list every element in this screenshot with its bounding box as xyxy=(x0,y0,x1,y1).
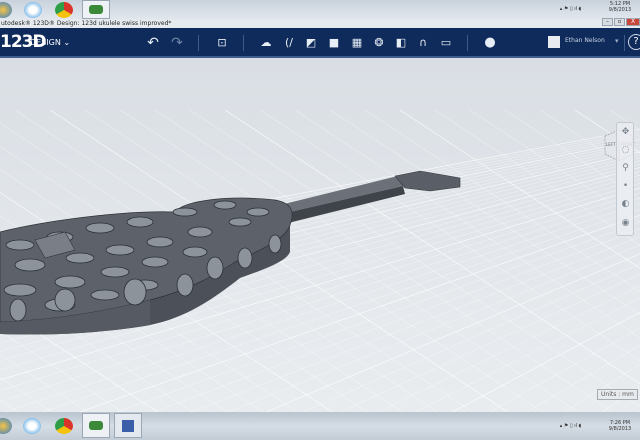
sound-hole xyxy=(187,226,213,238)
sound-hole xyxy=(5,239,35,251)
grid-line xyxy=(302,263,640,412)
grid-line xyxy=(259,109,640,362)
sound-hole xyxy=(228,217,252,227)
chevron-down-icon: ⌄ xyxy=(63,38,71,47)
sound-hole xyxy=(141,256,169,268)
sound-hole xyxy=(172,207,198,217)
sound-hole xyxy=(206,256,224,280)
sketch-tool-icon[interactable]: (/ xyxy=(282,36,296,50)
close-button[interactable]: X xyxy=(626,18,640,26)
combine-tool-icon[interactable]: ◧ xyxy=(394,36,408,50)
separator xyxy=(624,35,625,51)
separator xyxy=(198,35,199,51)
sound-hole xyxy=(146,236,174,248)
pan-icon[interactable]: ✥ xyxy=(620,127,631,138)
word-app-icon xyxy=(122,420,134,432)
sound-hole xyxy=(237,247,253,269)
transform-tool-icon[interactable]: ⊡ xyxy=(215,36,229,50)
sound-hole xyxy=(65,252,95,264)
app-menu-button[interactable]: DESIGN ⌄ xyxy=(30,38,70,47)
navigation-bar: ✥ ◌ ⚲ • ◐ ◉ xyxy=(616,122,634,236)
ukulele-model[interactable] xyxy=(0,170,461,335)
ie-icon[interactable] xyxy=(24,2,42,18)
clock-date: 9/8/2013 xyxy=(608,426,632,432)
123d-app-icon xyxy=(89,5,103,14)
sound-hole xyxy=(3,283,37,297)
window-title: utodesk® 123D® Design: 123d ukulele swis… xyxy=(1,20,172,27)
app-toolbar: 123D DESIGN ⌄ ↶ ↷ ⊡ ☁ (/ ◩ ■ ▦ ❂ ◧ ∩ ▭ ●… xyxy=(0,28,640,58)
sound-hole xyxy=(182,246,208,258)
start-orb-icon[interactable] xyxy=(0,2,12,18)
123d-app-icon xyxy=(89,421,103,430)
help-button[interactable]: ? xyxy=(628,34,640,50)
pattern-tool-icon[interactable]: ▦ xyxy=(350,36,364,50)
sound-hole xyxy=(54,275,86,289)
maximize-button[interactable]: ▫ xyxy=(614,18,625,26)
zoom-icon[interactable]: ⚲ xyxy=(620,163,631,174)
taskbar-word-app[interactable] xyxy=(114,413,142,438)
product-label: DESIGN xyxy=(30,38,61,47)
separator xyxy=(467,35,468,51)
chrome-icon[interactable] xyxy=(55,2,73,18)
sound-hole xyxy=(90,289,120,301)
modify-tool-icon[interactable]: ■ xyxy=(327,36,341,50)
window-controls: – ▫ X xyxy=(602,18,640,26)
sound-hole xyxy=(268,234,282,254)
undo-button[interactable]: ↶ xyxy=(146,36,160,50)
avatar[interactable] xyxy=(548,36,560,48)
user-name[interactable]: Ethan Nelson xyxy=(565,37,605,44)
viewcube-left-face[interactable]: LEFT xyxy=(606,142,615,147)
material-tool-icon[interactable]: ● xyxy=(483,36,497,50)
sound-hole xyxy=(9,298,27,322)
sound-hole xyxy=(246,207,270,217)
clock-bottom[interactable]: 7:26 PM 9/8/2013 xyxy=(600,420,640,432)
sound-hole xyxy=(123,278,147,306)
system-tray-icons[interactable]: ▴ ⚑ ▯ ıl ◖ xyxy=(548,6,593,12)
clock-top[interactable]: 5:12 PM 9/8/2013 xyxy=(600,1,640,13)
grouping-tool-icon[interactable]: ❂ xyxy=(372,36,386,50)
system-tray-icons[interactable]: ▴ ⚑ ▯ ıl ◖ xyxy=(548,423,593,429)
os-taskbar-top: ▴ ⚑ ▯ ıl ◖ 5:12 PM 9/8/2013 xyxy=(0,0,640,20)
3d-viewport[interactable]: LEFT FRONT ✥ ◌ ⚲ • ◐ ◉ Units : mm xyxy=(0,58,640,412)
sound-hole xyxy=(85,222,115,234)
headstock xyxy=(394,170,461,192)
material-view-icon[interactable]: ◐ xyxy=(620,199,631,210)
chrome-icon[interactable] xyxy=(55,418,73,434)
orbit-icon[interactable]: ◌ xyxy=(620,145,631,156)
units-label[interactable]: Units : mm xyxy=(597,389,638,400)
sound-hole xyxy=(54,288,76,312)
separator xyxy=(243,35,244,51)
sound-hole xyxy=(126,216,154,228)
scene xyxy=(0,109,640,412)
sound-hole xyxy=(176,273,194,297)
minimize-button[interactable]: – xyxy=(602,18,613,26)
clock-date: 9/8/2013 xyxy=(608,7,632,13)
measure-tool-icon[interactable]: ▭ xyxy=(439,36,453,50)
snap-tool-icon[interactable]: ∩ xyxy=(416,36,430,50)
taskbar-123d-app[interactable] xyxy=(82,0,110,19)
sound-hole xyxy=(213,200,237,210)
visibility-icon[interactable]: ◉ xyxy=(620,218,631,229)
sound-hole xyxy=(100,266,130,278)
user-dropdown-icon[interactable]: ▾ xyxy=(615,37,619,45)
window-title-bar: utodesk® 123D® Design: 123d ukulele swis… xyxy=(0,20,640,28)
sound-hole xyxy=(105,244,135,256)
fit-icon[interactable]: • xyxy=(620,181,631,192)
construct-tool-icon[interactable]: ◩ xyxy=(304,36,318,50)
taskbar-123d-app[interactable] xyxy=(82,413,110,438)
grid-line xyxy=(377,285,640,412)
start-orb-icon[interactable] xyxy=(0,418,12,434)
redo-button[interactable]: ↷ xyxy=(170,36,184,50)
os-taskbar-bottom: ▴ ⚑ ▯ ıl ◖ 7:26 PM 9/8/2013 xyxy=(0,412,640,440)
ie-icon[interactable] xyxy=(23,418,41,434)
primitives-tool-icon[interactable]: ☁ xyxy=(259,36,273,50)
sound-hole xyxy=(14,258,46,272)
